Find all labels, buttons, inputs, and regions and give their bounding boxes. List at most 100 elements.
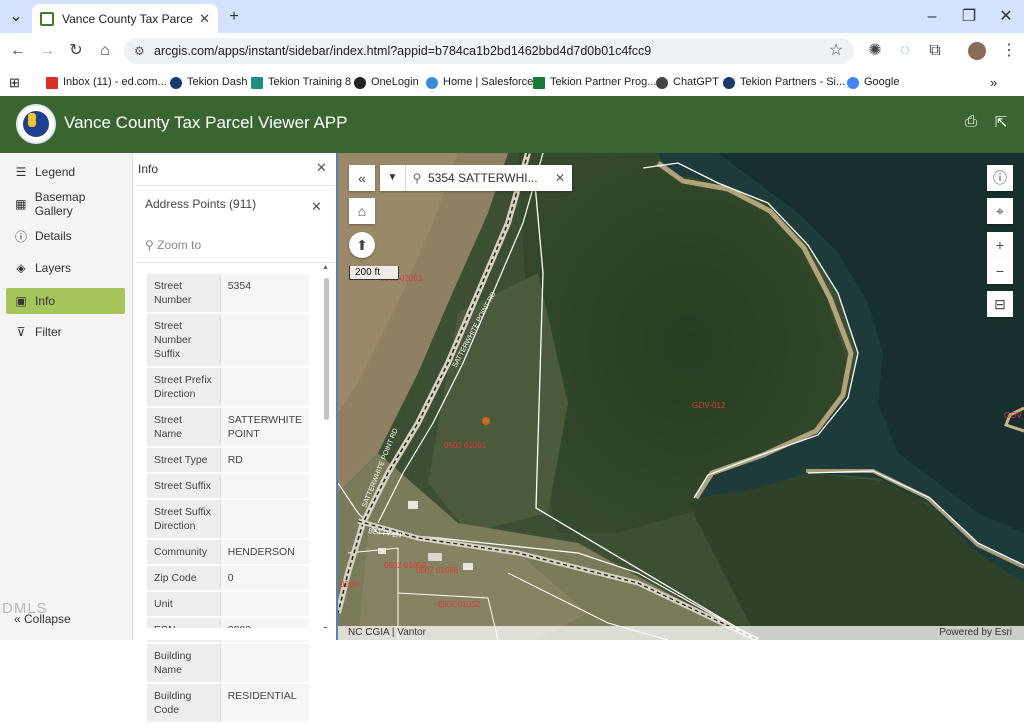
- bookmark-star-icon[interactable]: ☆: [822, 33, 850, 69]
- expand-panel-icon[interactable]: «: [349, 165, 375, 191]
- search-clear-icon[interactable]: ✕: [548, 171, 572, 185]
- info-panel-title: Info: [138, 162, 159, 176]
- scroll-up-icon[interactable]: ▲: [322, 264, 329, 271]
- popup-layer-name: Address Points (911): [145, 197, 257, 211]
- browser-menu-icon[interactable]: ⋮: [995, 33, 1023, 69]
- back-icon[interactable]: ←: [4, 33, 32, 69]
- popup-close-icon[interactable]: ✕: [311, 199, 322, 215]
- attr-key: Community: [147, 539, 221, 566]
- zoom-out-button[interactable]: −: [987, 258, 1013, 284]
- attribution-source: NC CGIA | Vantor: [348, 627, 426, 638]
- table-row: Community HENDERSON: [147, 539, 309, 566]
- extensions-puzzle-icon[interactable]: ⧉: [921, 33, 949, 69]
- print-icon[interactable]: ⎙: [961, 113, 981, 130]
- attr-value: [220, 313, 309, 368]
- parcel-label: 0502 01001: [444, 441, 487, 450]
- url-text: arcgis.com/apps/instant/sidebar/index.ht…: [154, 44, 652, 58]
- bookmark-8[interactable]: Google: [847, 69, 899, 96]
- restore-icon[interactable]: ❐: [955, 0, 983, 33]
- tekion-partner-icon: [533, 76, 545, 89]
- parcel-label: GOV-012: [692, 401, 726, 410]
- extension-gear-icon[interactable]: ✺: [861, 33, 889, 69]
- collapse-button[interactable]: « Collapse: [14, 612, 71, 626]
- attr-value: RESIDENTIAL: [220, 683, 309, 724]
- zoom-search-icon: ⚲: [145, 238, 158, 252]
- info-icon: ▣: [15, 294, 27, 308]
- powered-by-esri-link[interactable]: Powered by Esri: [939, 626, 1012, 640]
- table-row: Building Code RESIDENTIAL: [147, 683, 309, 724]
- minimize-icon[interactable]: –: [918, 0, 946, 33]
- measure-icon[interactable]: ⊟: [987, 291, 1013, 317]
- parcel-label: 0502 01002: [438, 600, 481, 609]
- apps-grid-icon[interactable]: ⊞: [9, 69, 20, 96]
- window-close-icon[interactable]: ✕: [992, 0, 1020, 33]
- bookmark-2[interactable]: Tekion Training 8: [251, 69, 351, 96]
- filter-icon: ⊽: [16, 325, 26, 339]
- home-extent-icon[interactable]: ⌂: [349, 198, 375, 224]
- info-close-icon[interactable]: ✕: [316, 160, 327, 176]
- nav-filter[interactable]: ⊽ Filter: [6, 319, 125, 345]
- attr-key: Street Suffix Direction: [147, 499, 221, 540]
- nav-basemap-gallery[interactable]: ▦ Basemap Gallery: [6, 190, 125, 218]
- nav-legend[interactable]: ☰ Legend: [6, 159, 125, 185]
- bookmark-7[interactable]: Tekion Partners - Si...: [723, 69, 845, 96]
- attr-key: Street Suffix: [147, 473, 221, 500]
- tab-favicon-icon: [40, 11, 54, 26]
- scale-bar: 200 ft: [349, 266, 399, 280]
- address-bar[interactable]: ⚙ arcgis.com/apps/instant/sidebar/index.…: [124, 38, 854, 64]
- tab-title: Vance County Tax Parcel Viewer: [62, 11, 194, 26]
- tab-close-icon[interactable]: ✕: [199, 11, 210, 27]
- profile-avatar[interactable]: [968, 42, 986, 60]
- info-scrollbar[interactable]: [324, 278, 329, 420]
- attr-value: RD: [220, 447, 309, 474]
- attr-key: Building Code: [147, 683, 221, 724]
- new-tab-icon[interactable]: +: [220, 0, 248, 33]
- bookmark-0[interactable]: Inbox (11) - ed.com...: [46, 69, 167, 96]
- tab-search-icon[interactable]: ⌄: [2, 0, 30, 33]
- attribute-table: Street Number 5354 Street Number Suffix S…: [147, 274, 309, 724]
- forward-icon[interactable]: →: [33, 33, 61, 69]
- details-icon: ⓘ: [14, 229, 27, 244]
- bookmark-4[interactable]: Home | Salesforce: [426, 69, 533, 96]
- attr-value: 0: [220, 565, 309, 592]
- site-info-icon[interactable]: ⚙: [134, 38, 145, 64]
- attr-key: Street Number: [147, 274, 221, 314]
- compass-icon[interactable]: ⬆: [349, 232, 375, 258]
- share-icon[interactable]: ⇱: [991, 113, 1011, 131]
- table-row: Unit: [147, 591, 309, 618]
- county-seal-logo: [16, 104, 56, 144]
- bookmark-1[interactable]: Tekion Dash: [170, 69, 248, 96]
- home-icon[interactable]: ⌂: [91, 33, 119, 69]
- search-icon: ⚲: [412, 171, 422, 185]
- attr-key: Zip Code: [147, 565, 221, 592]
- search-input[interactable]: 5354 SATTERWHI...: [428, 171, 548, 185]
- search-source-dropdown-icon[interactable]: ▼: [380, 165, 406, 191]
- attr-key: Street Name: [147, 407, 221, 448]
- map-view[interactable]: 0502 02001 0502 01001 GOV-012 0502 01058…: [338, 153, 1024, 640]
- parcel-label: 0502 01060: [416, 566, 459, 575]
- map-search[interactable]: ▼ ⚲ 5354 SATTERWHI... ✕: [380, 165, 572, 191]
- table-row: Street Number 5354: [147, 274, 309, 314]
- more-bookmarks-icon[interactable]: »: [990, 69, 997, 96]
- attr-value: [220, 367, 309, 408]
- attr-value: SATTERWHITE POINT: [220, 407, 309, 448]
- nav-details[interactable]: ⓘ Details: [6, 223, 125, 249]
- extension-circle-icon[interactable]: ◌: [891, 33, 919, 69]
- salesforce-icon: [426, 76, 438, 89]
- bookmark-3[interactable]: OneLogin: [354, 69, 419, 96]
- attr-value: [220, 499, 309, 540]
- app-title: Vance County Tax Parcel Viewer APP: [64, 113, 348, 132]
- zoom-to-button[interactable]: ⚲ Zoom to: [145, 238, 201, 252]
- zoom-in-button[interactable]: +: [987, 232, 1013, 258]
- table-row: Building Name: [147, 643, 309, 684]
- attr-key: Street Prefix Direction: [147, 367, 221, 408]
- nav-info[interactable]: ▣ Info: [6, 288, 125, 314]
- map-info-icon[interactable]: ⓘ: [987, 165, 1013, 191]
- nav-layers[interactable]: ◈ Layers: [6, 255, 125, 281]
- bookmark-5[interactable]: Tekion Partner Prog...: [533, 69, 656, 96]
- locate-icon[interactable]: ⌖: [987, 198, 1013, 224]
- bookmark-6[interactable]: ChatGPT: [656, 69, 719, 96]
- browser-tab[interactable]: Vance County Tax Parcel Viewer ✕: [32, 4, 218, 33]
- tekion-icon: [723, 76, 735, 89]
- reload-icon[interactable]: ↻: [62, 33, 90, 69]
